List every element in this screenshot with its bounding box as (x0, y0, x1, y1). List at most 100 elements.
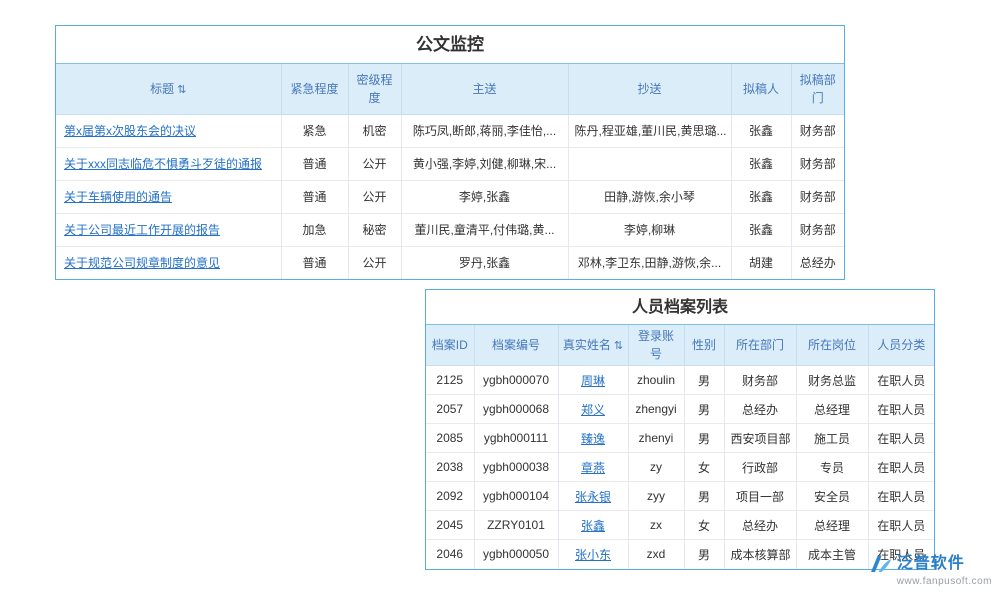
person-cell-account: zhengyi (628, 395, 684, 424)
person-cell-post: 成本主管 (796, 540, 868, 569)
person-cell-post: 财务总监 (796, 366, 868, 395)
person-cell-category: 在职人员 (868, 366, 934, 395)
personnel-row: 2038 ygbh000038 章燕 zy 女 行政部 专员 在职人员 (426, 453, 934, 482)
doc-cell-main-send: 罗丹,张鑫 (401, 246, 568, 279)
doc-cell-urgency: 紧急 (281, 114, 348, 147)
person-cell-code: ygbh000038 (474, 453, 558, 482)
doc-cell-drafter: 张鑫 (731, 147, 791, 180)
person-cell-post: 总经理 (796, 511, 868, 540)
person-cell-account: zy (628, 453, 684, 482)
doc-cell-urgency: 加急 (281, 213, 348, 246)
person-cell-code: ygbh000050 (474, 540, 558, 569)
doc-cell-main-send: 董川民,童清平,付伟璐,黄... (401, 213, 568, 246)
person-cell-gender: 男 (684, 540, 724, 569)
person-cell-category: 在职人员 (868, 511, 934, 540)
person-cell-gender: 男 (684, 482, 724, 511)
person-cell-code: ygbh000111 (474, 424, 558, 453)
col-header-doc-title[interactable]: 标题⇅ (56, 64, 281, 114)
person-cell-code: ygbh000068 (474, 395, 558, 424)
person-cell-dept: 西安项目部 (724, 424, 796, 453)
doc-cell-draft-dept: 财务部 (791, 213, 844, 246)
col-header-main-send: 主送 (401, 64, 568, 114)
col-header-secrecy: 密级程度 (348, 64, 401, 114)
personnel-row: 2085 ygbh000111 臻逸 zhenyi 男 西安项目部 施工员 在职… (426, 424, 934, 453)
doc-table-row: 关于xxx同志临危不惧勇斗歹徒的通报 普通 公开 黄小强,李婷,刘健,柳琳,宋.… (56, 147, 844, 180)
doc-cell-urgency: 普通 (281, 147, 348, 180)
doc-table-row: 关于公司最近工作开展的报告 加急 秘密 董川民,童清平,付伟璐,黄... 李婷,… (56, 213, 844, 246)
doc-cell-copy-send (568, 147, 731, 180)
sort-icon[interactable]: ⇅ (177, 84, 186, 96)
person-name-link[interactable]: 周琳 (558, 366, 628, 395)
col-header-real-name[interactable]: 真实姓名⇅ (558, 325, 628, 366)
doc-monitor-title: 公文监控 (56, 26, 844, 64)
doc-cell-drafter: 胡建 (731, 246, 791, 279)
brand-name: 泛普软件 (897, 555, 965, 573)
person-name-link[interactable]: 张永银 (558, 482, 628, 511)
doc-cell-copy-send: 李婷,柳琳 (568, 213, 731, 246)
person-name-link[interactable]: 臻逸 (558, 424, 628, 453)
doc-cell-copy-send: 陈丹,程亚雄,董川民,黄思璐... (568, 114, 731, 147)
person-cell-gender: 女 (684, 511, 724, 540)
personnel-row: 2092 ygbh000104 张永银 zyy 男 项目一部 安全员 在职人员 (426, 482, 934, 511)
doc-title-link[interactable]: 第x届第x次股东会的决议 (56, 114, 281, 147)
person-cell-dept: 行政部 (724, 453, 796, 482)
person-cell-account: zxd (628, 540, 684, 569)
doc-cell-urgency: 普通 (281, 180, 348, 213)
doc-title-link[interactable]: 关于xxx同志临危不惧勇斗歹徒的通报 (56, 147, 281, 180)
person-cell-id: 2045 (426, 511, 474, 540)
person-cell-category: 在职人员 (868, 395, 934, 424)
person-cell-category: 在职人员 (868, 482, 934, 511)
personnel-title: 人员档案列表 (426, 290, 934, 325)
doc-title-link[interactable]: 关于公司最近工作开展的报告 (56, 213, 281, 246)
sort-icon[interactable]: ⇅ (614, 340, 623, 352)
person-name-link[interactable]: 张小东 (558, 540, 628, 569)
person-cell-code: ygbh000070 (474, 366, 558, 395)
person-cell-id: 2125 (426, 366, 474, 395)
fanpu-brand-watermark: 泛普软件 www.fanpusoft.com (869, 554, 992, 587)
col-header-archive-id: 档案ID (426, 325, 474, 366)
col-header-drafter: 拟稿人 (731, 64, 791, 114)
person-cell-code: ZZRY0101 (474, 511, 558, 540)
doc-cell-secrecy: 机密 (348, 114, 401, 147)
doc-table-row: 第x届第x次股东会的决议 紧急 机密 陈巧凤,断郎,蒋丽,李佳怡,... 陈丹,… (56, 114, 844, 147)
col-header-real-name-label: 真实姓名 (563, 338, 611, 352)
person-cell-id: 2046 (426, 540, 474, 569)
personnel-header-row: 档案ID 档案编号 真实姓名⇅ 登录账号 性别 所在部门 所在岗位 人员分类 (426, 325, 934, 366)
person-name-link[interactable]: 章燕 (558, 453, 628, 482)
doc-cell-draft-dept: 财务部 (791, 147, 844, 180)
doc-cell-secrecy: 公开 (348, 147, 401, 180)
doc-cell-copy-send: 田静,游恢,余小琴 (568, 180, 731, 213)
col-header-post: 所在岗位 (796, 325, 868, 366)
person-cell-category: 在职人员 (868, 453, 934, 482)
doc-cell-draft-dept: 总经办 (791, 246, 844, 279)
person-cell-dept: 总经办 (724, 511, 796, 540)
person-cell-account: zx (628, 511, 684, 540)
person-cell-id: 2038 (426, 453, 474, 482)
person-name-link[interactable]: 郑义 (558, 395, 628, 424)
doc-cell-main-send: 黄小强,李婷,刘健,柳琳,宋... (401, 147, 568, 180)
fanpu-logo-icon (869, 554, 893, 574)
person-cell-id: 2057 (426, 395, 474, 424)
doc-cell-drafter: 张鑫 (731, 180, 791, 213)
person-cell-gender: 男 (684, 395, 724, 424)
doc-cell-draft-dept: 财务部 (791, 114, 844, 147)
doc-title-link[interactable]: 关于规范公司规章制度的意见 (56, 246, 281, 279)
doc-cell-urgency: 普通 (281, 246, 348, 279)
brand-url: www.fanpusoft.com (897, 576, 992, 587)
person-cell-dept: 成本核算部 (724, 540, 796, 569)
person-cell-code: ygbh000104 (474, 482, 558, 511)
personnel-card: 人员档案列表 档案ID 档案编号 真实姓名⇅ 登录账号 性别 所在部门 所在岗位… (425, 289, 935, 570)
personnel-row: 2046 ygbh000050 张小东 zxd 男 成本核算部 成本主管 在职人… (426, 540, 934, 569)
personnel-row: 2125 ygbh000070 周琳 zhoulin 男 财务部 财务总监 在职… (426, 366, 934, 395)
doc-cell-drafter: 张鑫 (731, 213, 791, 246)
col-header-doc-title-label: 标题 (150, 82, 174, 96)
person-name-link[interactable]: 张鑫 (558, 511, 628, 540)
person-cell-post: 总经理 (796, 395, 868, 424)
col-header-category: 人员分类 (868, 325, 934, 366)
col-header-draft-dept: 拟稿部门 (791, 64, 844, 114)
col-header-gender: 性别 (684, 325, 724, 366)
col-header-copy-send: 抄送 (568, 64, 731, 114)
doc-title-link[interactable]: 关于车辆使用的通告 (56, 180, 281, 213)
person-cell-gender: 男 (684, 366, 724, 395)
person-cell-account: zhenyi (628, 424, 684, 453)
